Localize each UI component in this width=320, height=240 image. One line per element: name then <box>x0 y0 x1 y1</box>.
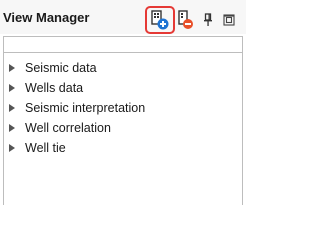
expand-arrow-icon[interactable] <box>9 124 15 132</box>
pin-button[interactable] <box>201 8 215 32</box>
tree-item-label: Well correlation <box>25 121 111 135</box>
view-tree: Seismic data Wells data Seismic interpre… <box>3 53 243 205</box>
tree-item-label: Seismic data <box>25 61 97 75</box>
expand-arrow-icon[interactable] <box>9 104 15 112</box>
float-window-icon <box>223 14 235 26</box>
pin-icon <box>204 13 212 26</box>
float-button[interactable] <box>221 8 237 32</box>
expand-arrow-icon[interactable] <box>9 144 15 152</box>
tree-item-label: Well tie <box>25 141 66 155</box>
filter-input[interactable] <box>3 36 243 53</box>
remove-view-icon <box>178 10 193 29</box>
add-view-icon <box>151 10 169 30</box>
tree-item-well-tie[interactable]: Well tie <box>4 138 242 158</box>
tree-item-seismic-data[interactable]: Seismic data <box>4 58 242 78</box>
expand-arrow-icon[interactable] <box>9 84 15 92</box>
expand-arrow-icon[interactable] <box>9 64 15 72</box>
tree-item-label: Wells data <box>25 81 84 95</box>
tree-item-wells-data[interactable]: Wells data <box>4 78 242 98</box>
tree-item-well-correlation[interactable]: Well correlation <box>4 118 242 138</box>
view-manager-panel: View Manager Seismic data Wells data Sei… <box>0 0 246 205</box>
tree-item-seismic-interpretation[interactable]: Seismic interpretation <box>4 98 242 118</box>
tree-item-label: Seismic interpretation <box>25 101 146 115</box>
add-view-button[interactable] <box>150 8 170 32</box>
panel-title: View Manager <box>3 10 90 25</box>
panel-header: View Manager <box>0 0 246 34</box>
remove-view-button[interactable] <box>177 8 195 32</box>
